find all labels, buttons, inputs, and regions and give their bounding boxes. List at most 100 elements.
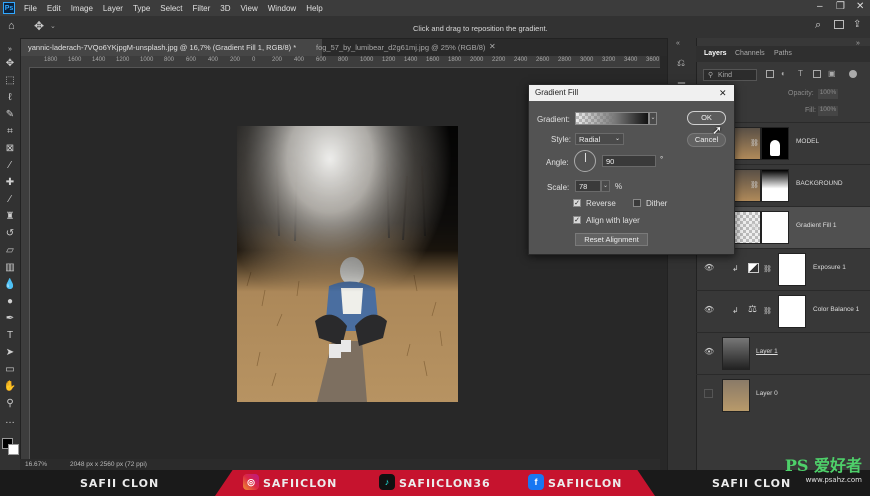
align-with-layer-checkbox[interactable]: ✓	[573, 216, 581, 224]
link-icon[interactable]: ⛓	[750, 223, 759, 231]
healing-brush-tool-icon[interactable]: ✚	[3, 177, 17, 189]
menu-window[interactable]: Window	[263, 4, 301, 13]
more-tools-icon[interactable]: …	[3, 415, 17, 427]
angle-input[interactable]: 90	[602, 155, 656, 167]
layer-name[interactable]: Exposure 1	[813, 264, 846, 271]
brush-tool-icon[interactable]: ∕	[3, 194, 17, 206]
angle-dial[interactable]	[574, 150, 596, 172]
tab-active-document[interactable]: yannic-laderach-7VQo6YKjpgM-unsplash.jpg…	[20, 39, 322, 56]
opacity-input[interactable]: 100%	[818, 89, 838, 99]
menu-help[interactable]: Help	[301, 4, 327, 13]
visibility-toggle-off[interactable]	[704, 389, 713, 398]
menu-type[interactable]: Type	[128, 4, 155, 13]
link-icon[interactable]: ⛓	[750, 139, 759, 147]
home-icon[interactable]: ⌂	[8, 20, 15, 32]
layer-row-color-balance[interactable]: 👁 ↲ ⚖ ⛓ Color Balance 1	[696, 290, 870, 332]
visibility-eye-icon[interactable]: 👁	[704, 263, 714, 273]
menu-select[interactable]: Select	[155, 4, 187, 13]
layer-name[interactable]: Layer 0	[756, 390, 778, 397]
type-tool-icon[interactable]: T	[3, 330, 17, 342]
close-icon[interactable]: ✕	[719, 85, 727, 101]
menu-view[interactable]: View	[236, 4, 263, 13]
filter-toggle-icon[interactable]	[849, 70, 857, 78]
maximize-icon[interactable]: ❐	[836, 1, 845, 12]
workspace-icon[interactable]	[834, 20, 844, 29]
background-color-swatch[interactable]	[8, 444, 19, 455]
history-brush-tool-icon[interactable]: ↺	[3, 228, 17, 240]
quick-select-tool-icon[interactable]: ✎	[3, 109, 17, 121]
menu-3d[interactable]: 3D	[215, 4, 235, 13]
reset-alignment-button[interactable]: Reset Alignment	[575, 233, 648, 246]
filter-type-icon[interactable]: T	[798, 69, 803, 78]
tab-paths[interactable]: Paths	[774, 50, 792, 57]
pen-tool-icon[interactable]: ✒	[3, 313, 17, 325]
hand-tool-icon[interactable]: ✋	[3, 381, 17, 393]
blur-tool-icon[interactable]: 💧	[3, 279, 17, 291]
search-icon[interactable]: ⌕	[815, 19, 821, 32]
gradient-preview[interactable]	[575, 112, 649, 125]
path-selection-tool-icon[interactable]: ➤	[3, 347, 17, 359]
menu-edit[interactable]: Edit	[42, 4, 66, 13]
link-icon[interactable]: ⛓	[763, 265, 772, 273]
style-select[interactable]: Radial ⌄	[575, 133, 624, 145]
chevron-down-icon[interactable]: ⌄	[649, 112, 657, 125]
layer-row-layer-0[interactable]: Layer 0	[696, 374, 870, 416]
layer-filter-select[interactable]: ⚲ Kind	[703, 69, 757, 81]
tab-layers[interactable]: Layers	[704, 50, 727, 57]
chevron-down-icon[interactable]: ⌄	[50, 22, 56, 30]
layer-mask-thumbnail[interactable]	[778, 295, 806, 328]
visibility-eye-icon[interactable]: 👁	[704, 305, 714, 315]
layer-name[interactable]: Color Balance 1	[813, 306, 859, 313]
layer-mask-thumbnail[interactable]	[761, 169, 789, 202]
layer-mask-thumbnail[interactable]	[761, 211, 789, 244]
frame-tool-icon[interactable]: ⊠	[3, 143, 17, 155]
chevron-down-icon[interactable]: ⌄	[601, 180, 610, 192]
link-icon[interactable]: ⛓	[750, 181, 759, 189]
filter-adjustment-icon[interactable]: ◐	[781, 69, 786, 78]
collapse-arrows-icon[interactable]: «	[676, 40, 680, 47]
tab-fog-document[interactable]: fog_57_by_lumibear_d2g61mj.jpg @ 25% (RG…	[308, 39, 499, 56]
tab-channels[interactable]: Channels	[735, 50, 765, 57]
eraser-tool-icon[interactable]: ▱	[3, 245, 17, 257]
menu-filter[interactable]: Filter	[188, 4, 216, 13]
marquee-tool-icon[interactable]: ⬚	[3, 75, 17, 87]
document-canvas[interactable]	[237, 126, 458, 402]
document-info[interactable]: 2048 px x 2560 px (72 ppi)	[70, 461, 147, 468]
visibility-eye-icon[interactable]: 👁	[704, 347, 714, 357]
zoom-level[interactable]: 16.67%	[25, 461, 47, 468]
link-icon[interactable]: ⛓	[763, 307, 772, 315]
clone-stamp-tool-icon[interactable]: ♜	[3, 211, 17, 223]
dodge-tool-icon[interactable]: ●	[3, 296, 17, 308]
layer-name[interactable]: BACKGROUND	[796, 180, 843, 187]
close-tab-icon[interactable]: ✕	[489, 42, 496, 51]
share-icon[interactable]: ⇪	[853, 19, 861, 30]
gradient-tool-icon[interactable]: ▥	[3, 262, 17, 274]
collapse-arrows-icon[interactable]: »	[3, 44, 17, 56]
scale-input[interactable]: 78	[575, 180, 601, 192]
dither-checkbox[interactable]	[633, 199, 641, 207]
eyedropper-tool-icon[interactable]: ⁄	[3, 160, 17, 172]
layer-name[interactable]: Gradient Fill 1	[796, 222, 836, 229]
zoom-tool-icon[interactable]: ⚲	[3, 398, 17, 410]
layer-name[interactable]: Layer 1	[756, 348, 778, 355]
menu-file[interactable]: File	[19, 4, 42, 13]
rectangle-tool-icon[interactable]: ▭	[3, 364, 17, 376]
menu-layer[interactable]: Layer	[98, 4, 128, 13]
layer-name[interactable]: MODEL	[796, 138, 819, 145]
layer-row-layer-1[interactable]: 👁 Layer 1	[696, 332, 870, 374]
minimize-icon[interactable]: –	[817, 1, 823, 12]
move-tool-icon[interactable]: ✥	[34, 19, 44, 33]
filter-pixel-icon[interactable]	[766, 70, 774, 78]
reverse-checkbox[interactable]: ✓	[573, 199, 581, 207]
crop-tool-icon[interactable]: ⌗	[3, 126, 17, 138]
menu-image[interactable]: Image	[66, 4, 98, 13]
layer-mask-thumbnail[interactable]	[761, 127, 789, 160]
fill-input[interactable]: 100%	[818, 106, 838, 116]
filter-smart-object-icon[interactable]: ▣	[828, 69, 836, 78]
move-tool-icon[interactable]: ✥	[3, 58, 17, 70]
filter-shape-icon[interactable]	[813, 70, 821, 78]
lasso-tool-icon[interactable]: ℓ	[3, 92, 17, 104]
close-window-icon[interactable]: ✕	[856, 1, 864, 12]
layer-mask-thumbnail[interactable]	[778, 253, 806, 286]
history-panel-icon[interactable]: ⎌	[677, 58, 685, 69]
